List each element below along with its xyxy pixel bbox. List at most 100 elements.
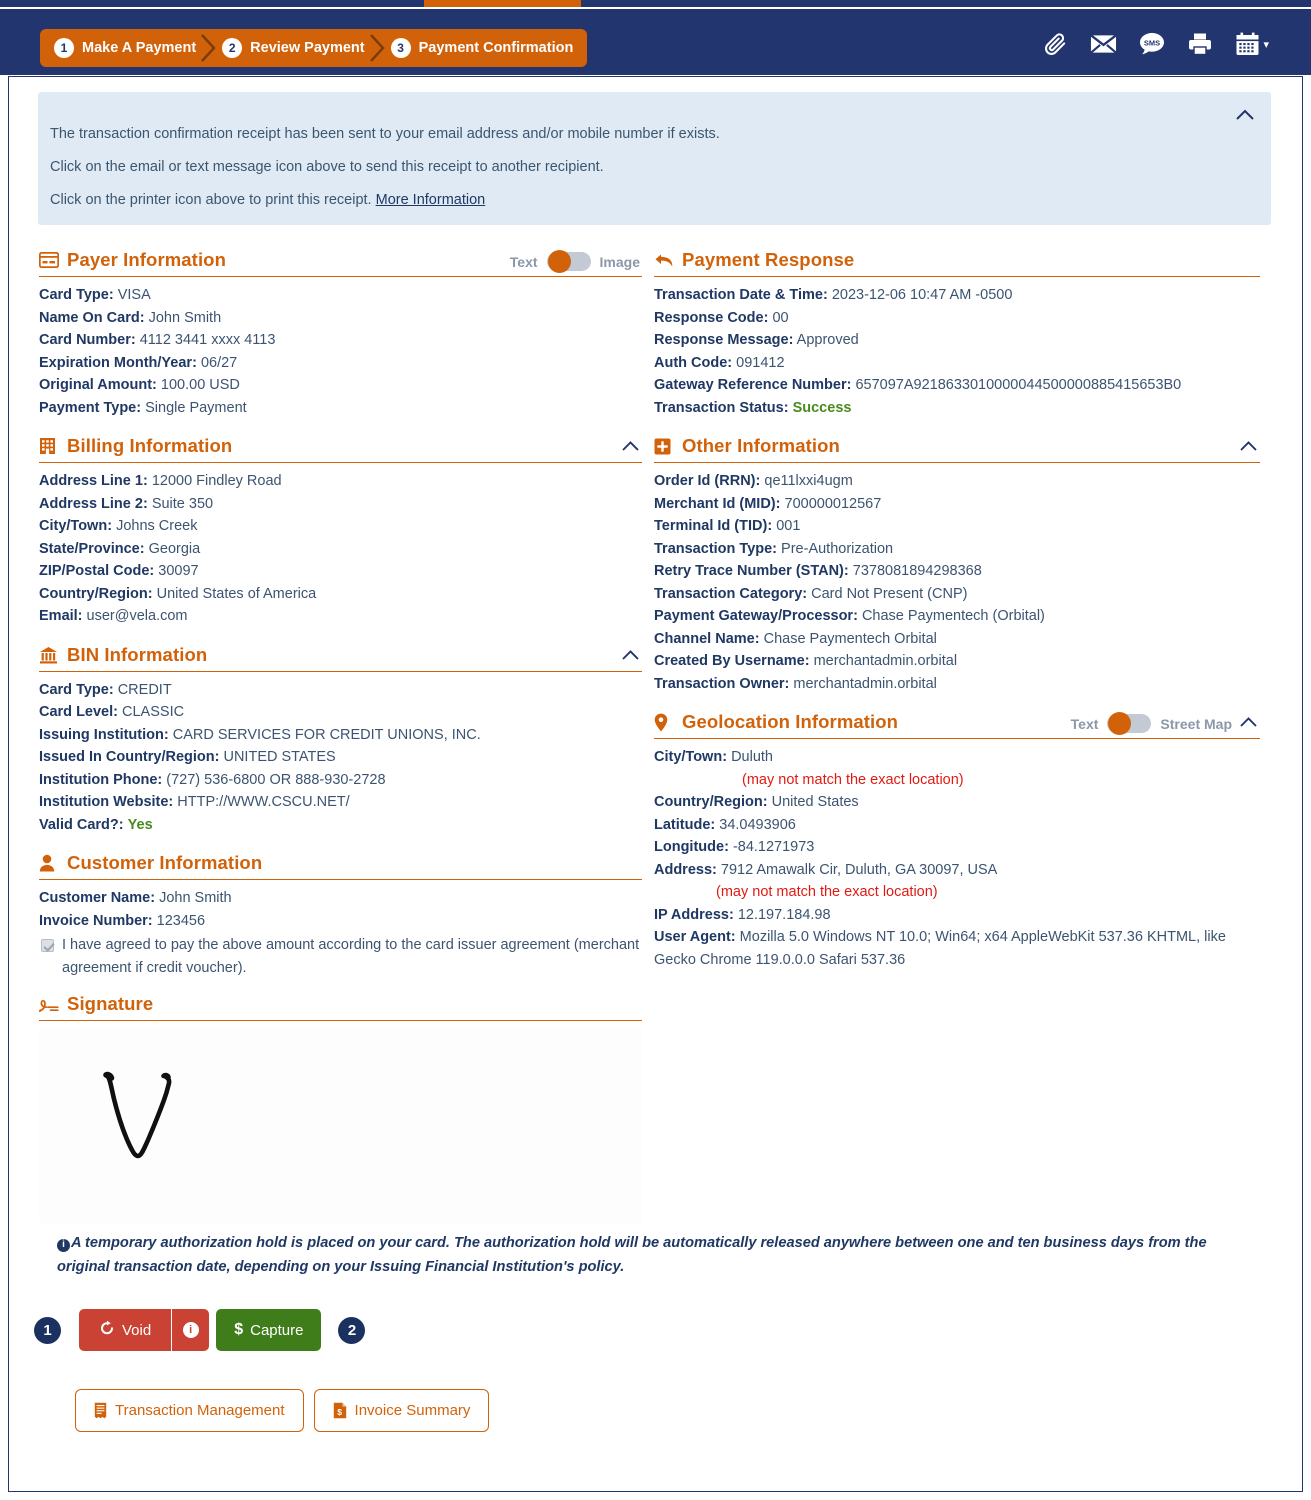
attachment-icon[interactable] bbox=[1042, 31, 1068, 57]
row-value: -84.1271973 bbox=[732, 839, 815, 855]
row-value: Georgia bbox=[148, 540, 201, 557]
row-value: 7378081894298368 bbox=[852, 563, 982, 579]
agreement-checkbox[interactable] bbox=[41, 939, 54, 952]
row-key: Expiration Month/Year: bbox=[39, 354, 197, 371]
row-value: 4112 3441 xxxx 4113 bbox=[139, 332, 276, 348]
invoice-summary-button[interactable]: $ Invoice Summary bbox=[313, 1389, 490, 1432]
other-collapse-chevron-icon[interactable] bbox=[1239, 440, 1258, 456]
top-strip-accent bbox=[424, 0, 581, 7]
void-button[interactable]: Void bbox=[79, 1309, 172, 1351]
row-key: Payment Gateway/Processor: bbox=[654, 608, 858, 624]
row-key: Gateway Reference Number: bbox=[654, 377, 852, 393]
geo-row: Latitude: 34.0493906 bbox=[654, 814, 1260, 837]
row-key: Merchant Id (MID): bbox=[654, 495, 781, 512]
row-value: 001 bbox=[776, 518, 801, 534]
billing-row: State/Province: Georgia bbox=[39, 538, 642, 561]
customer-information-section: Customer Information Customer Name: John… bbox=[39, 852, 642, 979]
other-row: Retry Trace Number (STAN): 7378081894298… bbox=[654, 560, 1260, 583]
svg-text:SMS: SMS bbox=[1144, 39, 1160, 48]
receipt-icon bbox=[94, 1402, 107, 1419]
step-number-1: 1 bbox=[54, 38, 74, 58]
row-key: Latitude: bbox=[654, 816, 716, 833]
step-separator-1 bbox=[196, 29, 222, 67]
calendar-icon[interactable]: ▾ bbox=[1235, 32, 1269, 57]
row-key: City/Town: bbox=[654, 749, 728, 765]
signature-canvas[interactable] bbox=[39, 1028, 642, 1223]
bin-collapse-chevron-icon[interactable] bbox=[621, 649, 640, 665]
row-key: Transaction Date & Time: bbox=[654, 287, 828, 303]
left-column: Payer Information Text Image Card Type: … bbox=[39, 249, 642, 1225]
row-key: Longitude: bbox=[654, 839, 729, 855]
payer-row: Card Number: 4112 3441 xxxx 4113 bbox=[39, 329, 642, 352]
payer-text-image-toggle[interactable]: Text Image bbox=[510, 250, 640, 273]
row-key: Card Number: bbox=[39, 332, 136, 348]
billing-collapse-chevron-icon[interactable] bbox=[621, 440, 640, 456]
header-action-icons: SMS ▾ bbox=[1042, 31, 1269, 57]
row-key: Email: bbox=[39, 608, 83, 624]
invoice-summary-label: Invoice Summary bbox=[354, 1402, 471, 1419]
geolocation-toggle-switch[interactable] bbox=[1107, 712, 1152, 735]
billing-information-title: Billing Information bbox=[67, 435, 233, 456]
capture-button[interactable]: $ Capture bbox=[216, 1309, 322, 1351]
more-information-link[interactable]: More Information bbox=[376, 192, 486, 208]
row-value: Pre-Authorization bbox=[781, 540, 894, 557]
geolocation-toggle-knob bbox=[1108, 712, 1132, 735]
void-info-button[interactable]: i bbox=[171, 1309, 210, 1351]
row-value: qe11lxxi4ugm bbox=[764, 473, 853, 489]
row-value: merchantadmin.orbital bbox=[793, 675, 937, 692]
step-review-payment[interactable]: 2 Review Payment bbox=[222, 38, 365, 58]
geolocation-collapse-chevron-icon[interactable] bbox=[1239, 716, 1258, 732]
row-value: CARD SERVICES FOR CREDIT UNIONS, INC. bbox=[172, 726, 481, 743]
other-information-header: Other Information bbox=[654, 435, 1260, 463]
step-badge-1: 1 bbox=[34, 1316, 61, 1344]
row-value: John Smith bbox=[159, 890, 232, 906]
banner-line-1: The transaction confirmation receipt has… bbox=[50, 126, 720, 142]
bin-information-rows: Card Type: CREDIT Card Level: CLASSIC Is… bbox=[39, 679, 642, 837]
row-value: 12.197.184.98 bbox=[737, 906, 831, 923]
info-icon: i bbox=[57, 1238, 70, 1252]
top-strip-left bbox=[0, 0, 424, 7]
billing-information-rows: Address Line 1: 12000 Findley Road Addre… bbox=[39, 470, 642, 628]
row-key: Response Code: bbox=[654, 309, 769, 326]
row-key: Address Line 1: bbox=[39, 473, 148, 489]
step-number-2: 2 bbox=[222, 38, 243, 58]
print-icon[interactable] bbox=[1187, 32, 1213, 56]
email-icon[interactable] bbox=[1090, 33, 1118, 55]
row-key: Created By Username: bbox=[654, 653, 810, 669]
billing-row: Country/Region: United States of America bbox=[39, 583, 642, 606]
geolocation-toggle-map-label: Street Map bbox=[1160, 715, 1232, 732]
row-value: 700000012567 bbox=[784, 495, 882, 512]
row-value: merchantadmin.orbital bbox=[813, 653, 958, 669]
row-value: user@vela.com bbox=[86, 608, 188, 624]
row-key: Issuing Institution: bbox=[39, 726, 169, 743]
step-make-a-payment[interactable]: 1 Make A Payment bbox=[54, 38, 196, 58]
payer-toggle-switch[interactable] bbox=[546, 250, 591, 273]
calendar-dropdown-caret[interactable]: ▾ bbox=[1263, 38, 1269, 51]
payment-response-rows: Transaction Date & Time: 2023-12-06 10:4… bbox=[654, 284, 1260, 419]
payer-information-title: Payer Information bbox=[67, 249, 226, 270]
row-value: 657097A9218633010000044500000885415653B0 bbox=[855, 377, 1182, 393]
payer-information-section: Payer Information Text Image Card Type: … bbox=[39, 249, 642, 419]
transaction-management-button[interactable]: Transaction Management bbox=[75, 1389, 304, 1432]
authorization-hold-note: iA temporary authorization hold is place… bbox=[57, 1231, 1262, 1279]
signature-header: Signature bbox=[39, 993, 642, 1021]
banner-collapse-chevron-icon[interactable] bbox=[1233, 104, 1257, 124]
sms-icon[interactable]: SMS bbox=[1139, 32, 1165, 56]
payer-row: Expiration Month/Year: 06/27 bbox=[39, 352, 642, 375]
row-key: Response Message: bbox=[654, 332, 794, 348]
authorization-hold-text: A temporary authorization hold is placed… bbox=[57, 1235, 1207, 1275]
row-value: HTTP://WWW.CSCU.NET/ bbox=[177, 794, 350, 810]
dollar-icon: $ bbox=[234, 1321, 244, 1338]
geolocation-text-map-toggle[interactable]: Text Street Map bbox=[1071, 712, 1232, 735]
user-icon bbox=[39, 854, 61, 872]
row-value: United States bbox=[771, 794, 859, 810]
row-value: Suite 350 bbox=[151, 495, 214, 512]
row-value: Chase Paymentech Orbital bbox=[763, 630, 937, 647]
row-value: VISA bbox=[117, 287, 151, 303]
step-payment-confirmation[interactable]: 3 Payment Confirmation bbox=[390, 38, 573, 58]
response-row: Response Message: Approved bbox=[654, 329, 1260, 352]
void-button-label: Void bbox=[122, 1321, 152, 1339]
browser-top-edge bbox=[0, 0, 1311, 8]
row-value: 100.00 USD bbox=[160, 377, 240, 393]
billing-row: Address Line 2: Suite 350 bbox=[39, 493, 642, 516]
